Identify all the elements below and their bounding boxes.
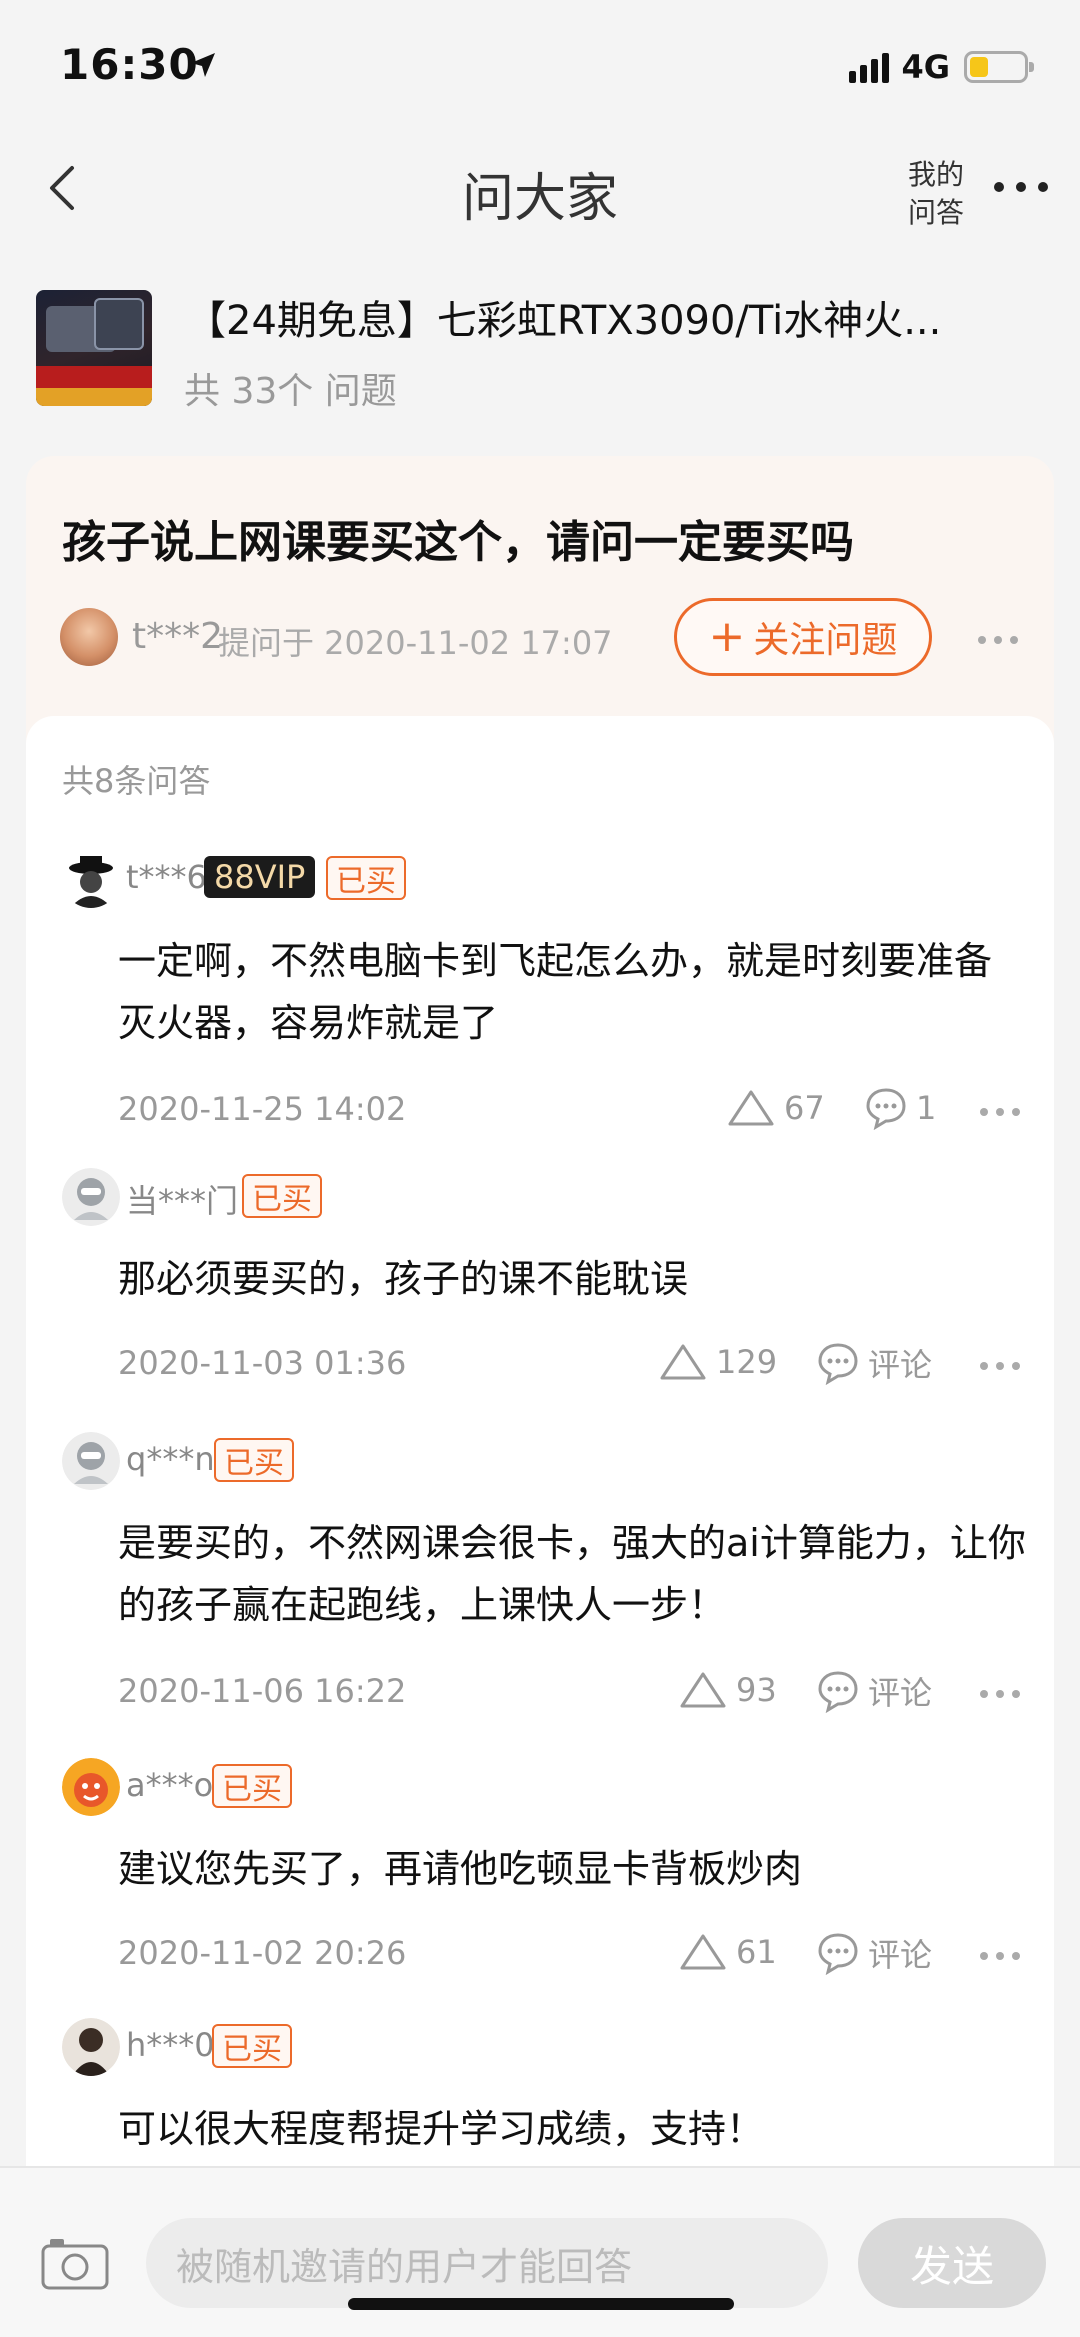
answerer-name: q***n <box>126 1440 215 1478</box>
my-qa-line1: 我的 <box>907 158 964 191</box>
avatar[interactable] <box>62 850 120 908</box>
answers-panel: 共8条问答 t***6 88VIP 已买 一定啊，不然电脑卡到飞起怎么办，就是时… <box>26 716 1054 2166</box>
like-triangle-icon <box>660 1344 706 1380</box>
bought-badge: 已买 <box>326 856 406 900</box>
location-arrow-icon <box>191 53 215 77</box>
status-time: 16:30 <box>60 40 199 89</box>
comment-label: 评论 <box>868 1936 933 1974</box>
question-count: 共 33个 问题 <box>184 371 397 412</box>
plus-icon: + <box>708 611 746 662</box>
question-more-icon[interactable] <box>978 636 1018 644</box>
comment-label: 评论 <box>868 1674 933 1712</box>
answer-text: 可以很大程度帮提升学习成绩，支持！ <box>118 2107 765 2151</box>
answer-text: 是要买的，不然网课会很卡，强大的ai计算能力，让你的孩子赢在起跑线，上课快人一步… <box>118 1521 1026 1627</box>
avatar[interactable] <box>62 1432 120 1490</box>
comment-bubble-icon <box>866 1088 906 1130</box>
my-qa-link[interactable]: 我的 问答 <box>906 156 966 232</box>
asked-timestamp: 提问于 2020-11-02 17:07 <box>218 624 613 662</box>
answer-input[interactable]: 被随机邀请的用户才能回答 <box>146 2218 828 2308</box>
bought-badge: 已买 <box>242 1174 322 1218</box>
answers-count: 共8条问答 <box>62 762 211 800</box>
comment-bubble-icon <box>818 1343 858 1385</box>
avatar[interactable] <box>62 2018 120 2076</box>
comment-button[interactable]: 评论 <box>816 1340 932 1386</box>
carrier-label: 4G <box>901 48 950 86</box>
bought-badge: 已买 <box>212 2024 292 2068</box>
answerer-name: h***0 <box>126 2026 215 2064</box>
comment-button[interactable]: 评论 <box>816 1668 932 1714</box>
avatar[interactable] <box>62 1168 120 1226</box>
comment-count: 1 <box>916 1089 937 1127</box>
status-bar: 16:30 4G <box>0 0 1080 130</box>
follow-label: 关注问题 <box>753 620 898 661</box>
reply-bar: 被随机邀请的用户才能回答 发送 <box>0 2166 1080 2337</box>
answerer-name: a***o <box>126 1766 214 1804</box>
answer-date: 2020-11-02 20:26 <box>118 1934 407 1972</box>
my-qa-line2: 问答 <box>907 196 964 229</box>
question-title: 孩子说上网课要买这个，请问一定要买吗 <box>62 517 854 568</box>
comment-bubble-icon <box>818 1933 858 1975</box>
comment-label: 评论 <box>868 1346 933 1384</box>
like-button[interactable]: 129 <box>658 1342 777 1382</box>
camera-icon[interactable] <box>40 2236 110 2292</box>
more-options-icon[interactable] <box>994 182 1048 192</box>
answerer-name: 当***门 <box>126 1182 239 1220</box>
vip-badge: 88VIP <box>204 856 316 898</box>
like-count: 67 <box>784 1089 825 1127</box>
asker-name: t***2 <box>132 616 224 657</box>
home-indicator <box>348 2298 734 2310</box>
avatar[interactable] <box>62 1758 120 1816</box>
answer-more-icon[interactable] <box>980 1952 1020 1960</box>
comment-button[interactable]: 评论 <box>816 1930 932 1976</box>
answer-more-icon[interactable] <box>980 1690 1020 1698</box>
like-button[interactable]: 93 <box>678 1670 777 1710</box>
product-thumbnail <box>36 290 152 406</box>
like-count: 61 <box>736 1933 777 1971</box>
signal-strength-icon <box>849 51 890 83</box>
answer-more-icon[interactable] <box>980 1108 1020 1116</box>
answerer-name: t***6 <box>126 858 207 896</box>
nav-bar: 问大家 我的 问答 <box>0 130 1080 250</box>
product-header[interactable]: 【24期免息】七彩虹RTX3090/Ti水神火... 共 33个 问题 <box>36 288 1046 418</box>
comment-bubble-icon <box>818 1671 858 1713</box>
like-triangle-icon <box>728 1090 774 1126</box>
like-count: 129 <box>716 1343 778 1381</box>
answer-date: 2020-11-03 01:36 <box>118 1344 407 1382</box>
answer-text: 那必须要买的，孩子的课不能耽误 <box>118 1257 689 1301</box>
question-card: 孩子说上网课要买这个，请问一定要买吗 t***2 提问于 2020-11-02 … <box>26 456 1054 746</box>
product-title: 【24期免息】七彩虹RTX3090/Ti水神火... <box>186 298 942 344</box>
answer-text: 一定啊，不然电脑卡到飞起怎么办，就是时刻要准备灭火器，容易炸就是了 <box>118 939 993 1045</box>
bought-badge: 已买 <box>212 1764 292 1808</box>
comment-button[interactable]: 1 <box>864 1086 936 1130</box>
like-button[interactable]: 61 <box>678 1932 777 1972</box>
like-triangle-icon <box>680 1934 726 1970</box>
answer-more-icon[interactable] <box>980 1362 1020 1370</box>
answer-text: 建议您先买了，再请他吃顿显卡背板炒肉 <box>118 1847 803 1891</box>
bought-badge: 已买 <box>214 1438 294 1482</box>
battery-icon <box>964 51 1034 83</box>
answer-date: 2020-11-06 16:22 <box>118 1672 407 1710</box>
like-button[interactable]: 67 <box>726 1088 825 1128</box>
send-button[interactable]: 发送 <box>858 2218 1046 2308</box>
avatar[interactable] <box>60 608 118 666</box>
follow-question-button[interactable]: + 关注问题 <box>674 598 932 676</box>
answer-date: 2020-11-25 14:02 <box>118 1090 407 1128</box>
like-count: 93 <box>736 1671 777 1709</box>
like-triangle-icon <box>680 1672 726 1708</box>
